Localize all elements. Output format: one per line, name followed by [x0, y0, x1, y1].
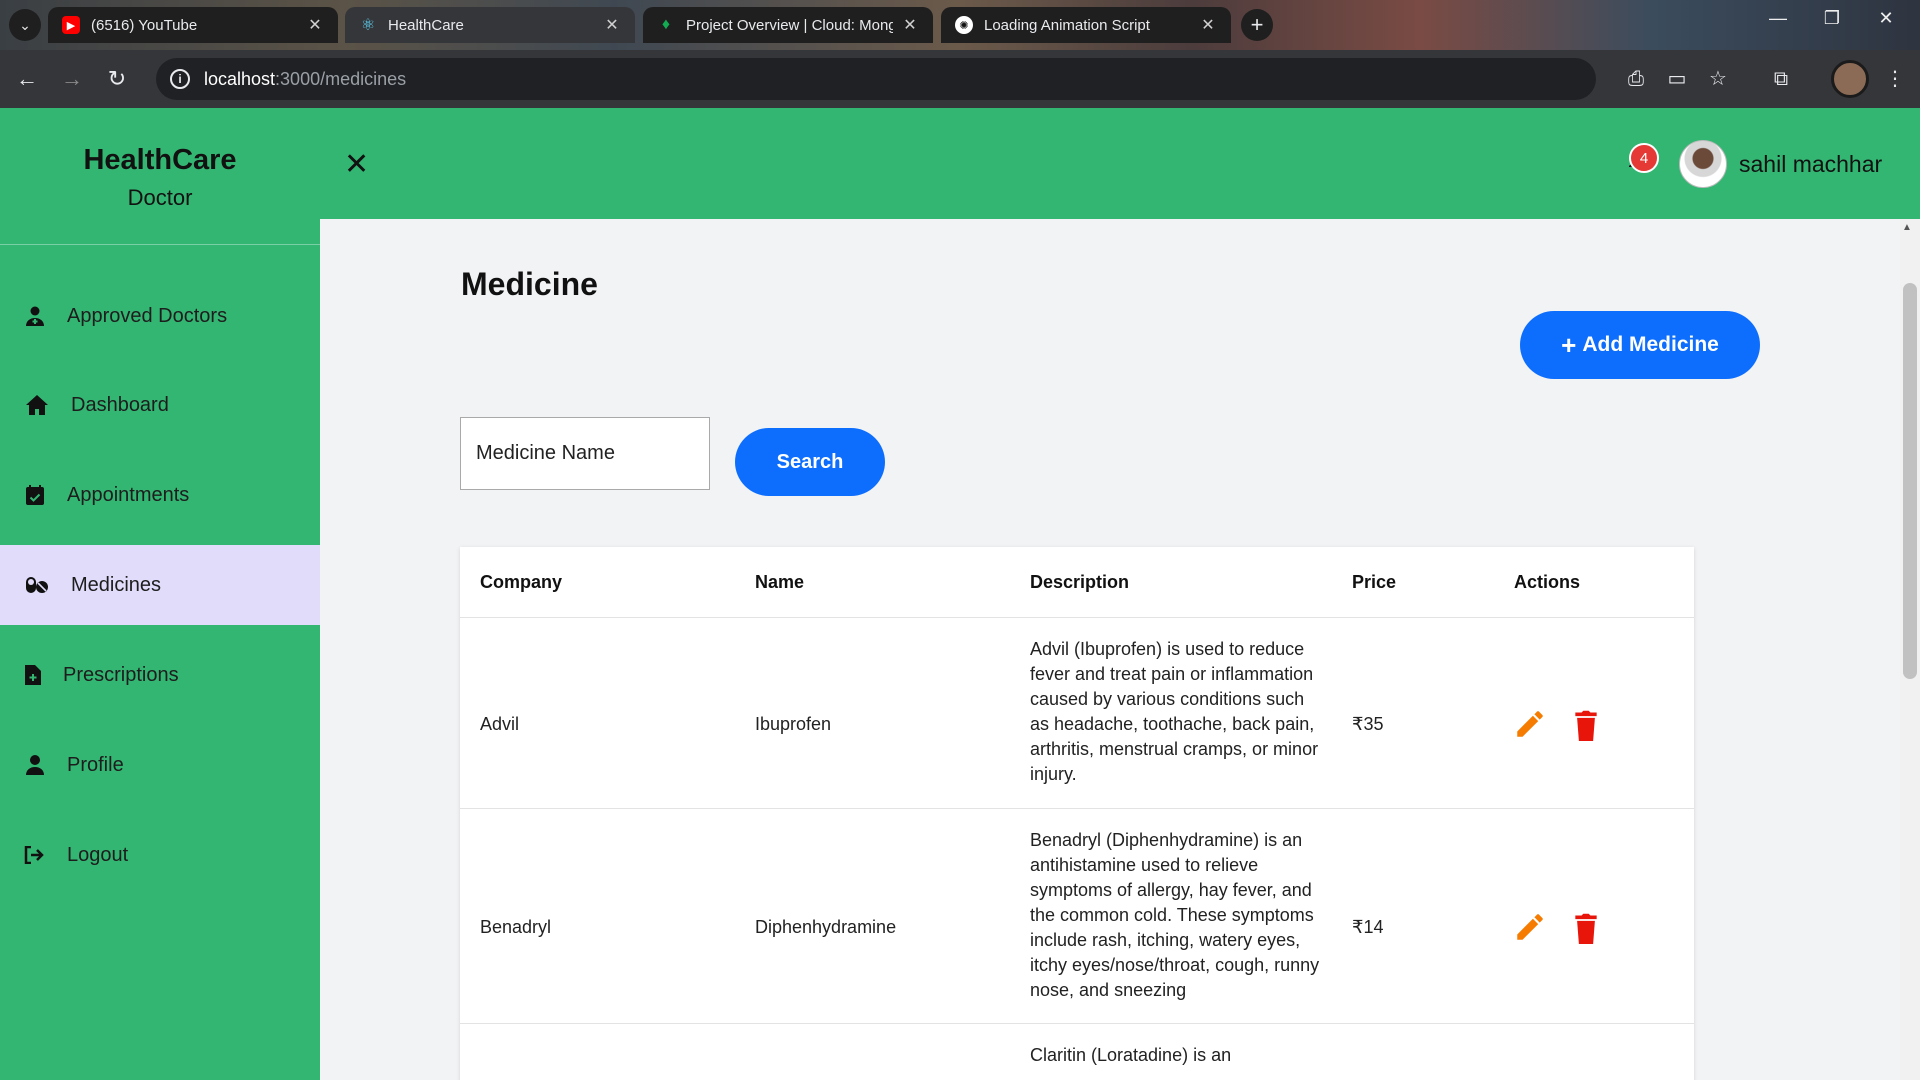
user-name[interactable]: sahil machhar: [1739, 151, 1882, 178]
sidebar-item-prescriptions[interactable]: Prescriptions: [0, 635, 320, 715]
sidebar-item-logout[interactable]: Logout: [0, 815, 320, 895]
mongodb-leaf-icon: ♦: [661, 16, 671, 33]
chatgpt-icon: ✺: [955, 16, 973, 34]
cell-price: ₹14: [1352, 917, 1384, 937]
home-icon: [24, 394, 50, 416]
sidebar-item-label: Appointments: [67, 483, 190, 506]
logout-icon: [24, 844, 46, 866]
browser-tab-strip: ⌄ ▶ (6516) YouTube ✕ ⚛ HealthCare ✕ ♦ Pr…: [0, 0, 1920, 50]
sidebar-item-label: Dashboard: [71, 393, 169, 416]
sidebar-item-approved-doctors[interactable]: Approved Doctors: [0, 276, 320, 356]
browser-tab-youtube[interactable]: ▶ (6516) YouTube ✕: [48, 7, 338, 43]
scroll-up-arrow-icon[interactable]: ▲: [1902, 222, 1912, 233]
add-medicine-label: Add Medicine: [1582, 333, 1719, 356]
close-tab-icon[interactable]: ✕: [1199, 15, 1217, 35]
delete-trash-icon[interactable]: [1573, 912, 1599, 944]
cell-company: Advil: [480, 714, 520, 734]
sidebar-item-dashboard[interactable]: Dashboard: [0, 365, 320, 445]
cell-company: Benadryl: [480, 917, 552, 937]
edit-pencil-icon[interactable]: [1513, 707, 1547, 741]
row-divider: [460, 1023, 1694, 1024]
new-tab-plus-icon[interactable]: +: [1241, 9, 1273, 41]
sidebar-divider: [0, 244, 320, 245]
tab-title: (6516) YouTube: [91, 16, 198, 34]
close-tab-icon[interactable]: ✕: [901, 15, 919, 35]
user-icon: [24, 754, 46, 776]
react-icon: ⚛: [360, 17, 376, 34]
payment-card-icon[interactable]: ▭: [1662, 64, 1692, 94]
forward-arrow-icon[interactable]: →: [57, 64, 87, 94]
sidebar-item-label: Logout: [67, 843, 129, 866]
add-medicine-button[interactable]: + Add Medicine: [1520, 311, 1760, 379]
cell-description: Claritin (Loratadine) is an: [1030, 1045, 1232, 1065]
bookmark-star-icon[interactable]: ☆: [1703, 64, 1733, 94]
browser-menu-icon[interactable]: ⋮: [1880, 64, 1910, 94]
install-app-icon[interactable]: ⎙: [1621, 64, 1651, 94]
plus-icon: +: [1561, 330, 1577, 360]
restore-window-icon[interactable]: ❐: [1812, 8, 1852, 29]
extensions-puzzle-icon[interactable]: ⧉: [1766, 64, 1796, 94]
tab-title: Loading Animation Script: [984, 16, 1150, 34]
reload-icon[interactable]: ↻: [102, 64, 132, 94]
browser-tab-chatgpt[interactable]: ✺ Loading Animation Script ✕: [941, 7, 1231, 43]
browser-profile-avatar[interactable]: [1831, 60, 1869, 98]
sidebar-item-label: Prescriptions: [63, 663, 179, 686]
sidebar-item-label: Profile: [67, 753, 124, 776]
user-doctor-icon: [24, 305, 46, 327]
sidebar-item-label: Medicines: [71, 573, 162, 596]
file-medical-icon: [24, 664, 42, 686]
page-scrollbar-thumb[interactable]: [1903, 283, 1917, 679]
edit-pencil-icon[interactable]: [1513, 910, 1547, 944]
browser-toolbar: ← → ↻ i localhost:3000/medicines ⎙ ▭ ☆ ⧉…: [0, 50, 1920, 108]
tab-search-dropdown-icon[interactable]: ⌄: [9, 9, 41, 41]
sidebar-item-appointments[interactable]: Appointments: [0, 455, 320, 535]
close-tab-icon[interactable]: ✕: [306, 15, 324, 35]
column-header-name: Name: [755, 571, 805, 592]
cell-description: Advil (Ibuprofen) is used to reduce feve…: [1030, 639, 1319, 784]
column-header-price: Price: [1352, 571, 1397, 592]
brand-role: Doctor: [127, 185, 193, 210]
calendar-check-icon: [24, 484, 46, 506]
tab-title: Project Overview | Cloud: MongoDB Cloud: [686, 16, 893, 34]
minimize-window-icon[interactable]: —: [1758, 8, 1798, 29]
address-bar[interactable]: i localhost:3000/medicines: [156, 58, 1596, 100]
search-button[interactable]: Search: [735, 428, 885, 496]
tab-title: HealthCare: [388, 16, 464, 34]
close-window-icon[interactable]: ✕: [1866, 8, 1906, 29]
cell-price: ₹35: [1352, 714, 1384, 734]
cell-name: Diphenhydramine: [755, 917, 897, 937]
url-host: localhost: [204, 68, 276, 89]
sidebar-item-medicines[interactable]: Medicines: [0, 545, 320, 625]
column-header-company: Company: [480, 571, 563, 592]
site-info-icon[interactable]: i: [170, 69, 190, 89]
cell-name: Ibuprofen: [755, 714, 832, 734]
page-title: Medicine: [461, 266, 598, 302]
column-header-actions: Actions: [1514, 571, 1581, 592]
back-arrow-icon[interactable]: ←: [12, 64, 42, 94]
main-content: Medicine + Add Medicine Search Company N…: [320, 219, 1900, 1080]
sidebar-item-label: Approved Doctors: [67, 304, 228, 327]
column-header-description: Description: [1030, 571, 1130, 592]
capsules-icon: [24, 574, 50, 596]
brand-name: HealthCare: [83, 144, 237, 176]
medicines-table: Company Name Description Price Actions A…: [460, 547, 1694, 1080]
user-avatar[interactable]: [1679, 140, 1727, 188]
medicine-name-search-input[interactable]: [460, 417, 710, 490]
notification-count-badge: 4: [1629, 143, 1659, 173]
cell-description: Benadryl (Diphenhydramine) is an antihis…: [1030, 830, 1320, 1000]
close-tab-icon[interactable]: ✕: [603, 15, 621, 35]
browser-tab-mongodb[interactable]: ♦ Project Overview | Cloud: MongoDB Clou…: [643, 7, 933, 43]
delete-trash-icon[interactable]: [1573, 709, 1599, 741]
row-divider: [460, 617, 1694, 618]
url-path: :3000/medicines: [275, 68, 407, 89]
sidebar-item-profile[interactable]: Profile: [0, 725, 320, 805]
close-sidebar-icon[interactable]: ✕: [344, 147, 369, 182]
youtube-icon: ▶: [62, 16, 80, 34]
browser-tab-healthcare[interactable]: ⚛ HealthCare ✕: [345, 7, 635, 43]
row-divider: [460, 808, 1694, 809]
